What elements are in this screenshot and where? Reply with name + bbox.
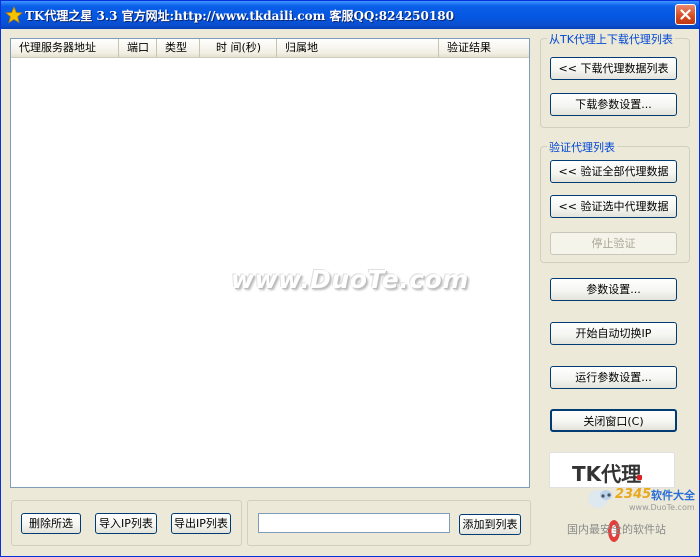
site-url: www.DuoTe.com [629, 503, 695, 512]
column-header-port[interactable]: 端口 [119, 39, 157, 57]
verify-selected-button-label: << 验证选中代理数据 [558, 200, 669, 213]
auto-switch-ip-button-label: 开始自动切换IP [575, 327, 652, 340]
verify-all-button[interactable]: << 验证全部代理数据 [550, 160, 677, 183]
download-list-button[interactable]: << 下载代理数据列表 [550, 57, 677, 80]
site-name: 软件大全 [651, 489, 695, 502]
verify-selected-button[interactable]: << 验证选中代理数据 [550, 195, 677, 218]
add-to-list-button[interactable]: 添加到列表 [459, 514, 521, 535]
stop-verify-button-label: 停止验证 [591, 237, 636, 250]
run-params-button[interactable]: 运行参数设置... [550, 366, 677, 389]
column-header-type[interactable]: 类型 [157, 39, 200, 57]
auto-switch-ip-button[interactable]: 开始自动切换IP [550, 322, 677, 345]
watermark-text: www.DuoTe.com [231, 265, 469, 294]
export-ip-list-button[interactable]: 导出IP列表 [171, 513, 231, 534]
verify-all-button-label: << 验证全部代理数据 [558, 165, 669, 178]
column-header-result[interactable]: 验证结果 [439, 39, 529, 57]
run-params-button-label: 运行参数设置... [575, 371, 652, 384]
column-header-location[interactable]: 归属地 [277, 39, 439, 57]
download-list-button-label: << 下载代理数据列表 [558, 62, 669, 75]
verify-group-legend: 验证代理列表 [547, 139, 617, 155]
add-to-list-button-label: 添加到列表 [462, 518, 518, 531]
download-params-button[interactable]: 下载参数设置... [550, 93, 677, 116]
delete-selected-button-label: 删除所选 [29, 517, 73, 530]
download-group-legend: 从TK代理上下载代理列表 [547, 31, 675, 47]
export-ip-list-button-label: 导出IP列表 [174, 517, 228, 530]
close-icon [680, 9, 691, 20]
star-icon [5, 6, 23, 24]
main-window: TK代理之星 3.3 官方网址:http://www.tkdaili.com 客… [0, 0, 700, 557]
title-bar[interactable]: TK代理之星 3.3 官方网址:http://www.tkdaili.com 客… [1, 1, 699, 29]
site-slogan: 国内最安全的软件站 [567, 523, 666, 536]
proxy-list-view[interactable]: 代理服务器地址 端口 类型 时 间(秒) 归属地 验证结果 [10, 38, 530, 488]
delete-selected-button[interactable]: 删除所选 [21, 513, 81, 534]
column-header-time[interactable]: 时 间(秒) [200, 39, 277, 57]
site-number: 2345 [615, 487, 652, 502]
proxy-input[interactable] [258, 513, 450, 533]
list-header: 代理服务器地址 端口 类型 时 间(秒) 归属地 验证结果 [11, 39, 529, 58]
download-params-button-label: 下载参数设置... [575, 98, 652, 111]
close-window-button-label: 关闭窗口(C) [583, 415, 644, 428]
close-button[interactable] [675, 4, 696, 25]
close-window-button[interactable]: 关闭窗口(C) [550, 409, 677, 432]
stop-verify-button[interactable]: 停止验证 [550, 232, 677, 255]
column-header-address[interactable]: 代理服务器地址 [11, 39, 119, 57]
import-ip-list-button[interactable]: 导入IP列表 [95, 513, 157, 534]
window-title: TK代理之星 3.3 官方网址:http://www.tkdaili.com 客… [25, 9, 454, 23]
settings-button-label: 参数设置... [586, 283, 641, 296]
settings-button[interactable]: 参数设置... [550, 278, 677, 301]
import-ip-list-button-label: 导入IP列表 [99, 517, 153, 530]
